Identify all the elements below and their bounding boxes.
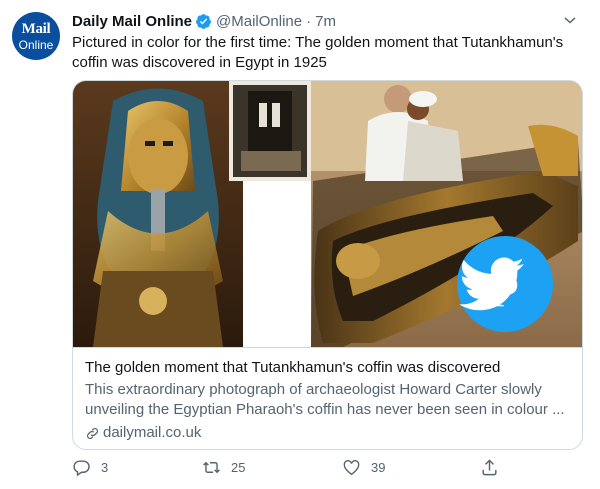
retweet-icon [203, 461, 220, 474]
action-bar: 3 25 39 [72, 458, 512, 482]
tweet[interactable]: Mail Online Daily Mail Online @MailOnlin… [0, 0, 600, 489]
reply-button[interactable]: 3 [72, 458, 108, 477]
verified-icon [196, 13, 211, 29]
card-domain-text: dailymail.co.uk [103, 424, 202, 441]
watermark-letter: P [491, 267, 519, 316]
card-image[interactable]: P [73, 81, 582, 347]
link-icon [87, 427, 98, 439]
card-body[interactable]: The golden moment that Tutankhamun's cof… [73, 347, 582, 449]
retweet-count: 25 [231, 460, 246, 475]
tweet-header: Daily Mail Online @MailOnline · 7m [72, 10, 580, 32]
card-domain[interactable]: dailymail.co.uk [85, 423, 570, 443]
card-title[interactable]: The golden moment that Tutankhamun's cof… [85, 358, 570, 378]
like-count: 39 [371, 460, 386, 475]
like-button[interactable]: 39 [342, 458, 385, 477]
author-name[interactable]: Daily Mail Online [72, 13, 192, 30]
link-card[interactable]: P The golden moment that Tutankhamun's c… [72, 80, 583, 450]
like-icon [343, 460, 360, 476]
card-description: This extraordinary photograph of archaeo… [85, 381, 565, 418]
avatar-text-online: Online [18, 37, 54, 52]
reply-count: 3 [101, 460, 109, 475]
share-icon [482, 459, 497, 476]
tweet-text: Pictured in color for the first time: Th… [72, 34, 564, 71]
chevron-down-icon[interactable] [560, 10, 580, 30]
avatar[interactable]: Mail Online [12, 12, 60, 60]
avatar-text-mail: Mail [21, 20, 51, 37]
reply-icon [73, 460, 90, 477]
share-button[interactable] [480, 458, 509, 477]
author-handle[interactable]: @MailOnline [216, 13, 302, 30]
separator-dot: · [306, 12, 312, 30]
card-photo: P [73, 81, 582, 347]
retweet-button[interactable]: 25 [202, 458, 245, 477]
timestamp[interactable]: 7m [315, 13, 336, 30]
